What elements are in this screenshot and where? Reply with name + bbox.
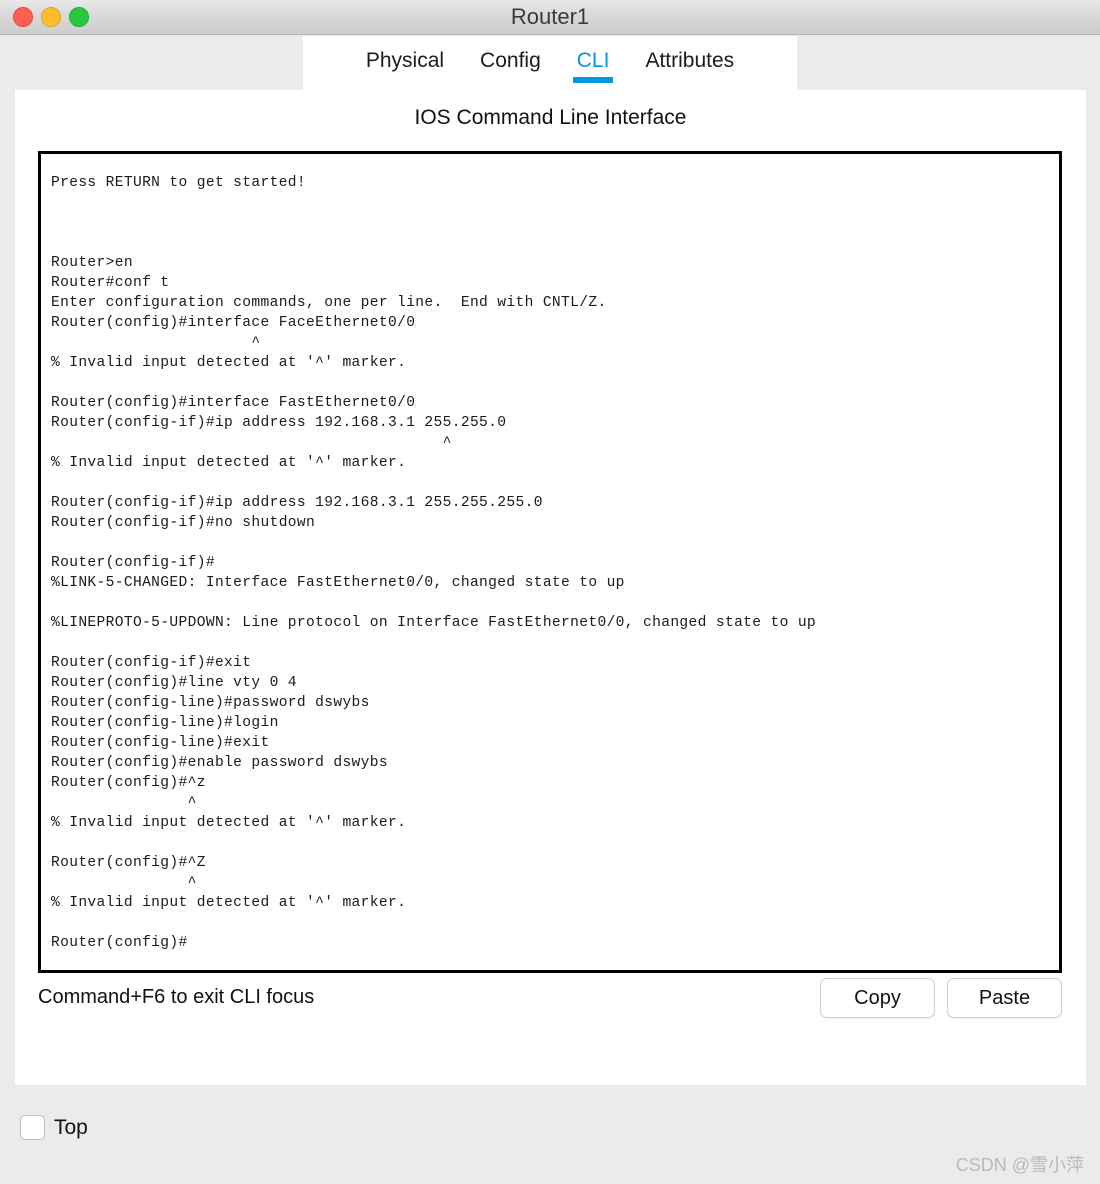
tabstrip: Physical Config CLI Attributes <box>303 36 797 91</box>
tab-cli[interactable]: CLI <box>559 43 628 85</box>
panel-heading: IOS Command Line Interface <box>414 106 687 129</box>
tab-attributes-label: Attributes <box>645 48 735 72</box>
tabstrip-background: Physical Config CLI Attributes <box>0 36 1100 91</box>
window-title: Router1 <box>510 4 590 29</box>
copy-button[interactable]: Copy <box>820 978 935 1018</box>
active-tab-indicator <box>572 76 614 83</box>
tab-attributes[interactable]: Attributes <box>627 43 752 85</box>
cli-action-buttons: Copy Paste <box>820 978 1062 1018</box>
watermark: CSDN @雪小萍 <box>955 1155 1084 1175</box>
tab-config[interactable]: Config <box>462 43 559 85</box>
cli-terminal[interactable]: Press RETURN to get started! Router>en R… <box>38 151 1062 973</box>
cli-terminal-output: Press RETURN to get started! Router>en R… <box>51 175 817 951</box>
top-checkbox-row[interactable]: Top <box>20 1115 88 1140</box>
paste-button[interactable]: Paste <box>947 978 1062 1018</box>
cli-focus-hint: Command+F6 to exit CLI focus <box>38 986 315 1008</box>
tab-physical-label: Physical <box>365 48 445 72</box>
tab-physical[interactable]: Physical <box>348 43 462 85</box>
top-checkbox[interactable] <box>20 1115 45 1140</box>
window-titlebar: Router1 <box>0 0 1100 35</box>
tab-config-label: Config <box>480 48 541 72</box>
top-checkbox-label: Top <box>54 1115 88 1139</box>
cli-panel: IOS Command Line Interface Press RETURN … <box>15 90 1086 1085</box>
tab-cli-label: CLI <box>576 48 610 72</box>
bottom-bar: Top <box>0 1085 1100 1184</box>
